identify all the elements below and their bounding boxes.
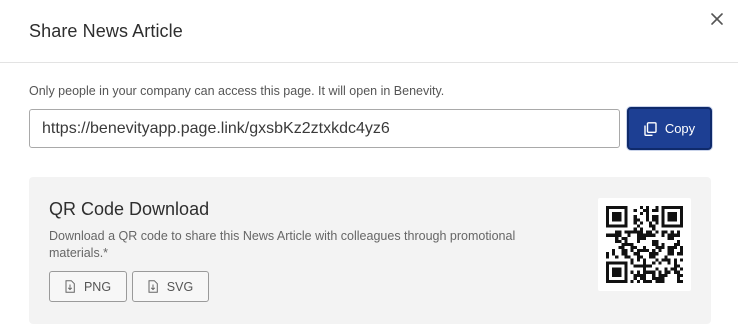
share-link-input[interactable]: [29, 109, 620, 148]
qr-section-title: QR Code Download: [49, 199, 210, 219]
dialog-title: Share News Article: [29, 21, 183, 41]
copy-icon: [644, 121, 657, 136]
download-png-button[interactable]: PNG: [49, 271, 127, 302]
png-label: PNG: [83, 279, 112, 294]
qr-description: Download a QR code to share this News Ar…: [49, 229, 516, 260]
svg-label: SVG: [166, 279, 194, 294]
copy-button-label: Copy: [664, 121, 696, 136]
dialog-header: Share News Article: [0, 0, 738, 63]
file-download-icon: [148, 280, 158, 293]
close-icon[interactable]: [710, 12, 724, 26]
access-notice: Only people in your company can access t…: [29, 84, 445, 98]
download-svg-button[interactable]: SVG: [132, 271, 209, 302]
qr-code-image: [598, 198, 691, 291]
qr-download-panel: QR Code Download Download a QR code to s…: [29, 177, 711, 324]
copy-button[interactable]: Copy: [627, 107, 712, 150]
file-download-icon: [65, 280, 75, 293]
share-dialog: Share News Article Only people in your c…: [0, 0, 738, 331]
